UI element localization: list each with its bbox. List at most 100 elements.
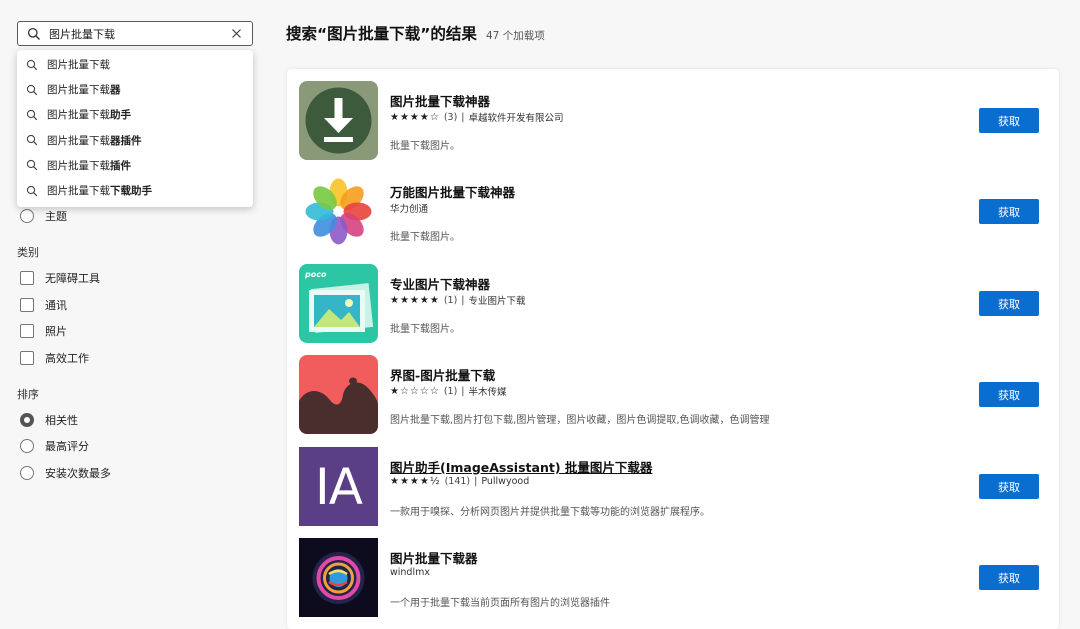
- app-name[interactable]: 图片批量下载神器: [390, 91, 490, 110]
- search-icon: [26, 160, 38, 171]
- category-heading: 类别: [17, 246, 39, 259]
- search-input[interactable]: [49, 27, 226, 40]
- checkbox[interactable]: [20, 298, 34, 312]
- publisher: 半木传媒: [468, 387, 507, 398]
- radio-button[interactable]: [20, 466, 34, 480]
- rating-count: (3): [443, 111, 458, 123]
- checkbox[interactable]: [20, 271, 34, 285]
- get-button[interactable]: 获取: [979, 474, 1039, 499]
- separator: |: [461, 385, 465, 397]
- result-item[interactable]: 万能图片批量下载神器 华力创通 批量下载图片。 获取: [299, 172, 1049, 252]
- search-icon: [27, 27, 40, 40]
- clear-search-button[interactable]: [226, 24, 246, 44]
- sort-label: 相关性: [45, 414, 78, 427]
- category-label: 通讯: [45, 299, 67, 312]
- radio-button-selected[interactable]: [20, 413, 34, 427]
- get-button[interactable]: 获取: [979, 291, 1039, 316]
- suggestion-label: 图片批量下载插件: [47, 159, 131, 172]
- publisher: 华力创通: [390, 204, 429, 215]
- results-list: 图片批量下载神器 ★★★★☆ (3) | 卓越软件开发有限公司 批量下载图片。 …: [287, 69, 1059, 629]
- app-meta: 华力创通: [390, 201, 428, 215]
- app-name[interactable]: 专业图片下载神器: [390, 274, 490, 293]
- app-meta: ★★★★½ (141) | Pullwyood: [390, 476, 529, 487]
- app-name[interactable]: 界图-图片批量下载: [390, 365, 495, 384]
- sort-relevance[interactable]: 相关性: [20, 411, 78, 429]
- suggestion-label: 图片批量下载器插件: [47, 134, 142, 147]
- get-button[interactable]: 获取: [979, 382, 1039, 407]
- sort-label: 安装次数最多: [45, 467, 111, 480]
- radio-button[interactable]: [20, 439, 34, 453]
- rating-count: (141): [444, 476, 471, 487]
- app-description: 批量下载图片。: [390, 141, 460, 152]
- category-communication[interactable]: 通讯: [20, 296, 67, 314]
- filter-theme-label: 主题: [45, 210, 67, 223]
- category-label: 照片: [45, 325, 67, 338]
- suggestion-label: 图片批量下载: [47, 59, 110, 72]
- result-item[interactable]: 图片批量下载神器 ★★★★☆ (3) | 卓越软件开发有限公司 批量下载图片。 …: [299, 81, 1049, 161]
- sort-top-rated[interactable]: 最高评分: [20, 437, 89, 455]
- get-button[interactable]: 获取: [979, 108, 1039, 133]
- app-description: 批量下载图片。: [390, 324, 460, 335]
- glowing-orb-icon: [299, 538, 378, 617]
- category-label: 无障碍工具: [45, 272, 100, 285]
- ia-letters-icon: IA: [299, 447, 378, 526]
- photos-flower-icon: [299, 172, 378, 251]
- suggestion-item[interactable]: 图片批量下载助手: [17, 102, 253, 127]
- result-item[interactable]: poco 专业图片下载神器 ★★★★★ (1) | 专业图片下载 批量下载图片。…: [299, 264, 1049, 344]
- publisher: 卓越软件开发有限公司: [468, 113, 564, 124]
- category-photos[interactable]: 照片: [20, 322, 67, 340]
- svg-text:poco: poco: [304, 270, 327, 279]
- suggestion-label: 图片批量下载器: [47, 84, 121, 97]
- search-icon: [26, 135, 38, 146]
- search-icon: [26, 59, 38, 70]
- suggestion-item[interactable]: 图片批量下载器: [17, 77, 253, 102]
- app-name[interactable]: 图片批量下载器: [390, 548, 478, 567]
- search-suggestions: 图片批量下载 图片批量下载器 图片批量下载助手 图片批量下载器插件 图片批量下载…: [17, 50, 253, 207]
- app-description: 一个用于批量下载当前页面所有图片的浏览器插件: [390, 598, 610, 609]
- ia-icon-text: IA: [315, 457, 363, 516]
- suggestion-item[interactable]: 图片批量下载器插件: [17, 128, 253, 153]
- rating-stars: ★☆☆☆☆: [390, 385, 440, 397]
- suggestion-item[interactable]: 图片批量下载插件: [17, 153, 253, 178]
- separator: |: [474, 476, 478, 487]
- get-button[interactable]: 获取: [979, 565, 1039, 590]
- page-title: 搜索“图片批量下载”的结果: [286, 25, 477, 43]
- rating-stars: ★★★★☆: [390, 111, 440, 123]
- separator: |: [461, 294, 465, 306]
- checkbox[interactable]: [20, 351, 34, 365]
- close-icon: [231, 29, 241, 38]
- search-box[interactable]: [17, 21, 253, 46]
- app-description: 批量下载图片。: [390, 232, 460, 243]
- publisher: windlmx: [390, 567, 430, 578]
- result-item[interactable]: 界图-图片批量下载 ★☆☆☆☆ (1) | 半木传媒 图片批量下载,图片打包下载…: [299, 355, 1049, 435]
- sort-heading: 排序: [17, 388, 39, 401]
- suggestion-item[interactable]: 图片批量下载: [17, 52, 253, 77]
- category-accessibility[interactable]: 无障碍工具: [20, 269, 100, 287]
- app-name[interactable]: 万能图片批量下载神器: [390, 182, 515, 201]
- app-description: 一款用于嗅探、分析网页图片并提供批量下载等功能的浏览器扩展程序。: [390, 507, 710, 518]
- sort-most-installs[interactable]: 安装次数最多: [20, 464, 111, 482]
- app-meta: ★☆☆☆☆ (1) | 半木传媒: [390, 384, 507, 399]
- radio-button[interactable]: [20, 209, 34, 223]
- rating-count: (1): [443, 385, 458, 397]
- category-label: 高效工作: [45, 352, 89, 365]
- result-item[interactable]: 图片批量下载器 windlmx 一个用于批量下载当前页面所有图片的浏览器插件 获…: [299, 538, 1049, 618]
- app-name[interactable]: 图片助手(ImageAssistant) 批量图片下载器: [390, 457, 652, 476]
- get-button[interactable]: 获取: [979, 199, 1039, 224]
- category-productivity[interactable]: 高效工作: [20, 349, 89, 367]
- suggestion-item[interactable]: 图片批量下载下载助手: [17, 178, 253, 203]
- publisher: 专业图片下载: [468, 296, 526, 307]
- search-icon: [26, 84, 38, 96]
- checkbox[interactable]: [20, 324, 34, 338]
- rating-stars: ★★★★★: [390, 294, 440, 306]
- app-meta: ★★★★☆ (3) | 卓越软件开发有限公司: [390, 110, 564, 125]
- suggestion-label: 图片批量下载下载助手: [47, 185, 152, 198]
- result-item[interactable]: IA 图片助手(ImageAssistant) 批量图片下载器 ★★★★½ (1…: [299, 447, 1049, 527]
- download-arrow-icon: [299, 81, 378, 160]
- rating-count: (1): [443, 294, 458, 306]
- publisher: Pullwyood: [481, 476, 530, 487]
- separator: |: [461, 111, 465, 123]
- filter-theme[interactable]: 主题: [20, 207, 67, 225]
- app-meta: ★★★★★ (1) | 专业图片下载: [390, 293, 526, 308]
- rating-stars: ★★★★½: [390, 476, 441, 487]
